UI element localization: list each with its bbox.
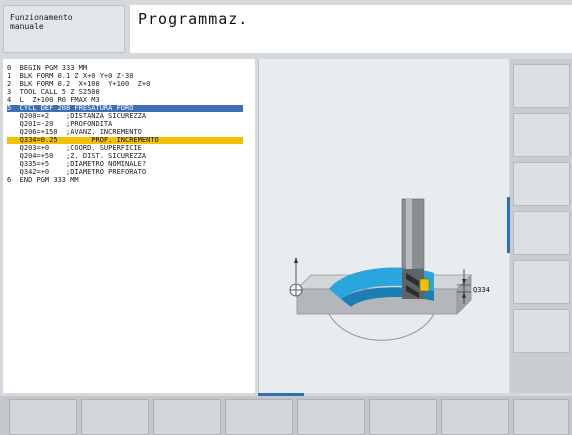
vertical-softkey[interactable] [513,162,570,206]
vertical-softkey[interactable] [513,64,570,108]
tool-highlight [406,199,412,269]
vertical-softkey[interactable] [513,260,570,304]
dimension-label: Q334 [473,286,490,294]
program-line-active-parameter[interactable]: Q334=0.25 PROF. INCREMENTO [7,137,243,144]
program-line[interactable]: Q335=+5 ;DIAMETRO NOMINALE? [7,161,247,168]
program-line[interactable]: Q201=-20 ;PROFONDITA [7,121,247,128]
program-line[interactable]: Q342=+0 ;DIAMETRO PREFORATO [7,169,247,176]
vertical-softkey-bar [510,59,572,393]
horizontal-softkey-bar [0,396,572,435]
tool-shank [401,198,425,270]
cnc-screen: Funzionamento manuale Programmaz. 0 BEGI… [0,0,572,435]
operating-mode-label: Funzionamento manuale [10,13,73,31]
program-line[interactable]: Q204=+50 ;Z. DIST. SICUREZZA [7,153,247,160]
program-line[interactable]: 3 TOOL CALL 5 Z S2500 [7,89,247,96]
program-line[interactable]: 1 BLK FORM 0.1 Z X+0 Y+0 Z-30 [7,73,247,80]
program-line[interactable]: Q203=+0 ;COORD. SUPERFICIE [7,145,247,152]
operating-mode-panel: Funzionamento manuale [3,5,125,53]
tool-insert [419,278,430,292]
bore-milling-illustration: Q334 [289,198,490,341]
vertical-softkey[interactable] [513,309,570,353]
program-line[interactable]: 4 L Z+100 R0 FMAX M3 [7,97,247,104]
program-line[interactable]: 2 BLK FORM 0.2 X+100 Y+100 Z+0 [7,81,247,88]
program-line[interactable]: Q200=+2 ;DISTANZA SICUREZZA [7,113,247,120]
softkey[interactable] [297,399,365,435]
program-mode-title: Programmaz. [138,10,249,28]
program-line[interactable]: 0 BEGIN PGM 333 MM [7,65,247,72]
softkey[interactable] [9,399,77,435]
program-mode-header: Programmaz. [130,5,572,53]
z-axis-arrow-icon [294,257,298,263]
softkey[interactable] [81,399,149,435]
softkey[interactable] [225,399,293,435]
softkey[interactable] [513,399,569,435]
program-line[interactable]: Q206=+150 ;AVANZ. INCREMENTO [7,129,247,136]
vertical-softkey[interactable] [513,211,570,255]
softkey[interactable] [153,399,221,435]
program-editor[interactable]: 0 BEGIN PGM 333 MM 1 BLK FORM 0.1 Z X+0 … [3,59,255,393]
program-line[interactable]: 6 END PGM 333 MM [7,177,247,184]
softkey[interactable] [369,399,437,435]
bore-contour [328,313,435,341]
program-line-selected[interactable]: 5 CYCL DEF 208 FRESATURA FORO [7,105,243,112]
vertical-softkey[interactable] [513,113,570,157]
cycle-help-graphic: Q334 [258,59,509,393]
softkey[interactable] [441,399,509,435]
